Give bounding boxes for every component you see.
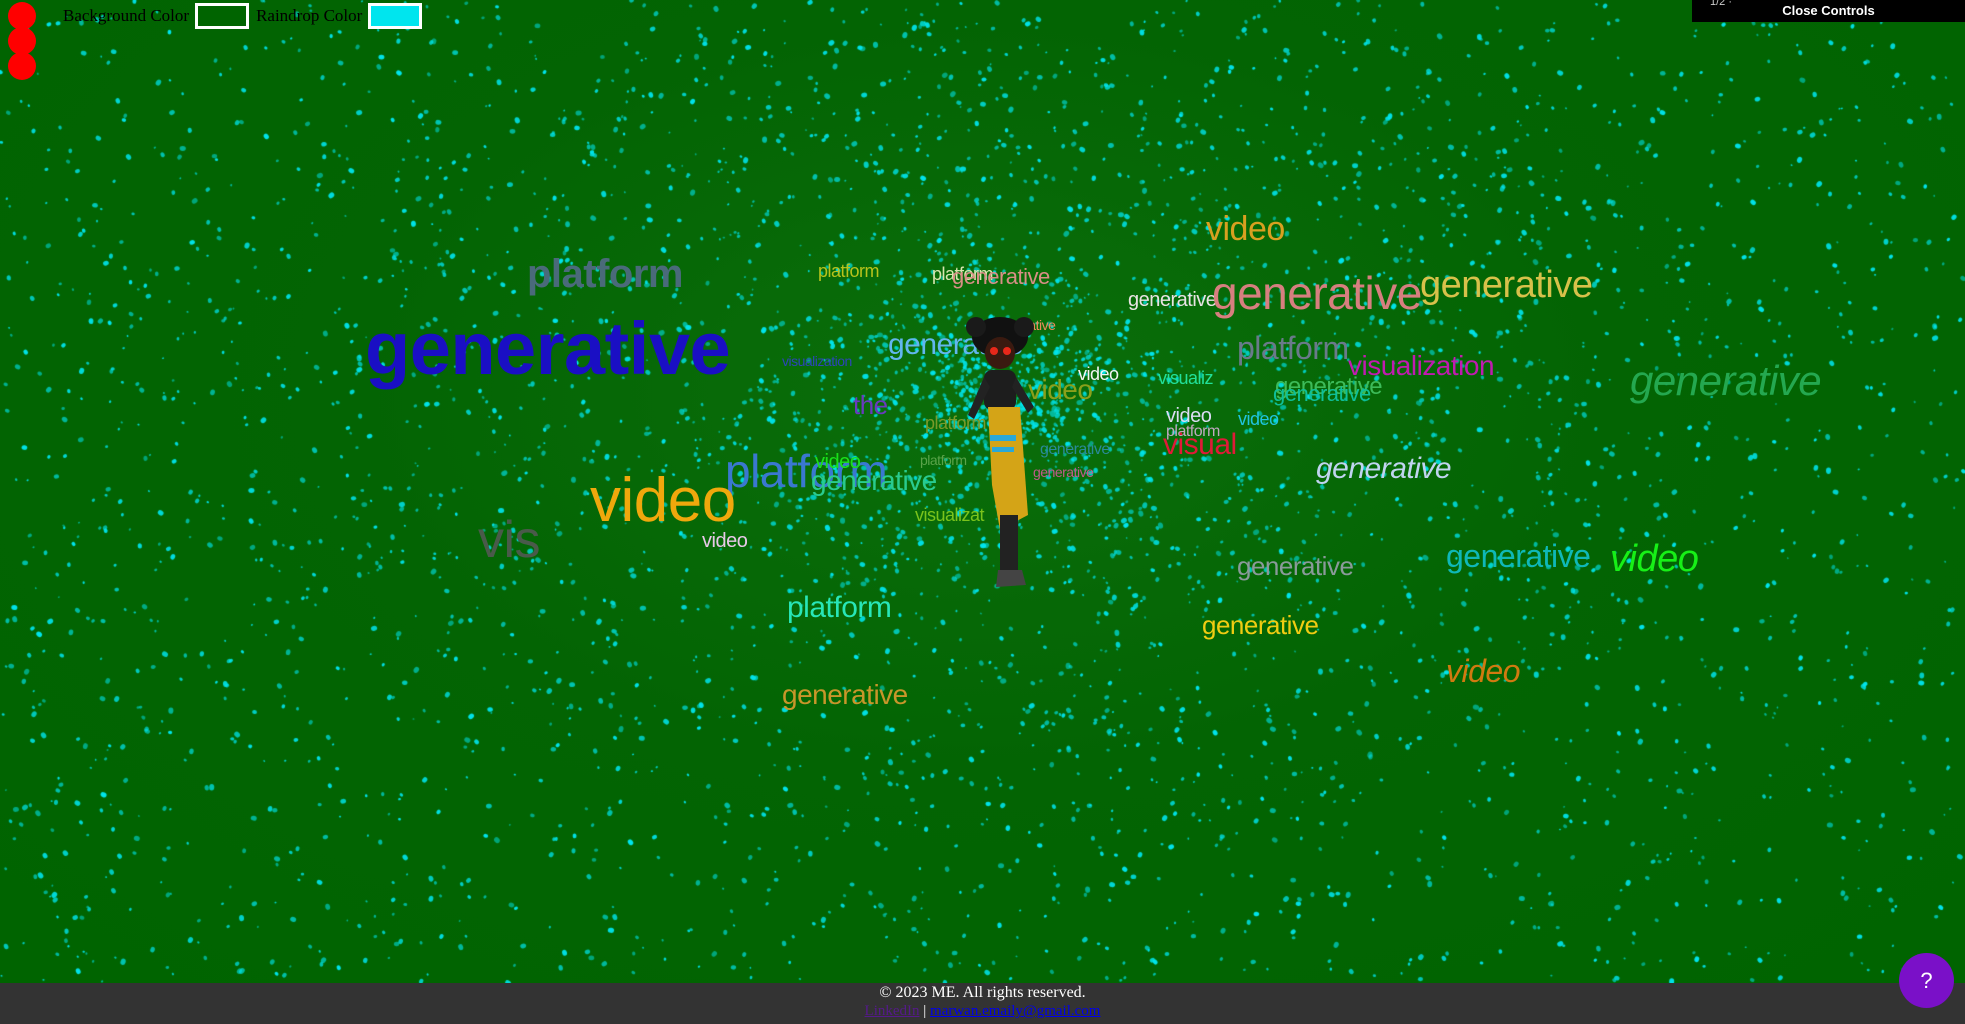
word-cloud-item: generative	[1316, 452, 1452, 485]
linkedin-link[interactable]: LinkedIn	[865, 1003, 920, 1019]
word-cloud-item: video	[1610, 538, 1699, 580]
background-color-label: Background Color	[63, 6, 190, 25]
controls-panel-fragment: 1/2 ·	[1710, 0, 1733, 8]
color-controls: Background Color Raindrop Color	[63, 3, 429, 29]
word-cloud-item: video	[590, 466, 736, 535]
word-cloud-item: generative	[1237, 551, 1354, 581]
word-cloud-item: visual	[1163, 428, 1237, 461]
raindrop-color-picker[interactable]	[368, 3, 423, 29]
close-controls-button[interactable]: 1/2 · Close Controls	[1692, 0, 1965, 22]
footer-links: LinkedIn | marwan.emaily@gmail.com	[0, 1003, 1965, 1020]
email-link[interactable]: marwan.emaily@gmail.com	[930, 1003, 1100, 1019]
word-cloud-item: platform	[527, 252, 684, 296]
word-cloud-item: video	[1238, 409, 1279, 429]
page-footer: © 2023 ME. All rights reserved. LinkedIn…	[0, 983, 1965, 1024]
word-cloud-item: generative	[1630, 357, 1822, 404]
word-cloud-item: platform	[1237, 330, 1349, 366]
word-cloud-item: generative	[365, 307, 731, 390]
dancing-character-figure	[966, 317, 1034, 587]
help-button[interactable]: ?	[1899, 953, 1954, 1008]
red-dot-toggle-3[interactable]	[8, 52, 36, 80]
raindrop-color-label: Raindrop Color	[256, 6, 363, 25]
word-cloud-item: vis	[478, 511, 541, 569]
word-cloud-item: visualization	[782, 353, 852, 369]
word-cloud-item: video	[1446, 653, 1521, 689]
word-cloud-item: visualiz	[1158, 368, 1214, 388]
word-cloud-item: generative	[1273, 381, 1371, 406]
footer-copyright: © 2023 ME. All rights reserved.	[879, 984, 1086, 1001]
word-cloud-item: video	[702, 530, 748, 552]
red-dot-toggle-1[interactable]	[8, 2, 36, 30]
word-cloud-item: generative	[1446, 538, 1591, 574]
word-cloud-item: generative	[1202, 610, 1319, 640]
word-cloud-item: platform	[818, 261, 880, 281]
word-cloud-item: the	[853, 390, 888, 420]
background-color-picker[interactable]	[195, 3, 250, 29]
word-cloud-item: generative	[1128, 289, 1217, 311]
close-controls-label: Close Controls	[1782, 3, 1875, 18]
red-dot-toggle-2[interactable]	[8, 27, 36, 55]
word-cloud-item: generative	[1212, 267, 1422, 319]
rain-scene-canvas[interactable]: generative platform platform platform ge…	[0, 0, 1965, 983]
word-cloud-item: video	[1206, 210, 1285, 248]
word-cloud-item: platform	[787, 591, 892, 624]
word-cloud-item: generative	[1420, 264, 1593, 306]
word-cloud-item: generative	[811, 465, 937, 496]
footer-separator: |	[923, 1003, 927, 1019]
word-cloud-item: generative	[782, 679, 908, 710]
word-cloud-item: generative	[1040, 441, 1110, 458]
word-cloud-item: generative	[952, 264, 1050, 289]
